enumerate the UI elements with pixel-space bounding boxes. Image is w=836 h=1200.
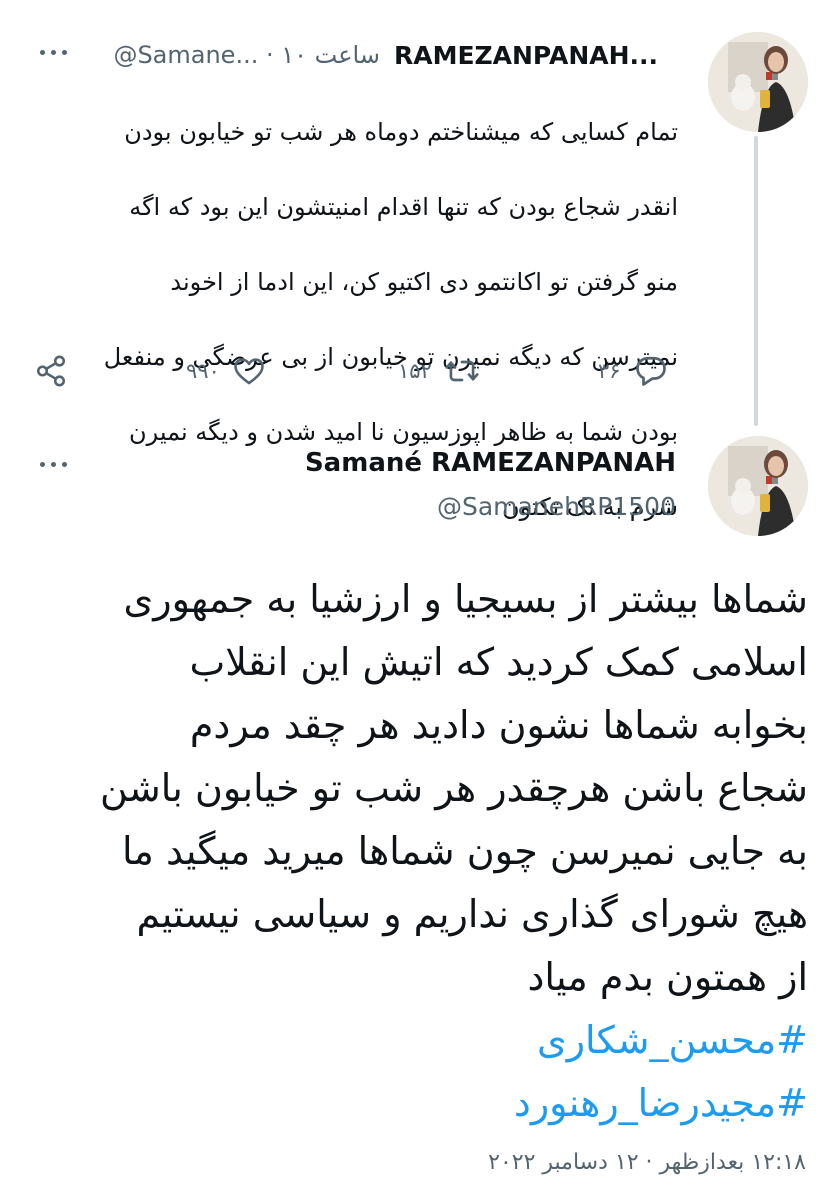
reply-icon <box>635 356 666 386</box>
tweet-text-line: تمام کسایی که میشناختم دوماه هر شب تو خی… <box>124 117 678 146</box>
like-button[interactable]: ۹۹۰ <box>186 346 266 396</box>
hashtag-link[interactable]: #محسن_شکاری <box>32 1009 808 1072</box>
tweet-text-line: بخوابه شماها نشون دادید هر چقد مردم <box>189 703 808 747</box>
retweet-button[interactable]: ۱۵۲ <box>398 346 480 396</box>
avatar-photo <box>708 436 808 536</box>
share-icon <box>36 355 66 387</box>
tweet-text-line: بودن شما به ظاهر اپوزسیون نا امید شدن و … <box>129 417 678 446</box>
retweet-count: ۱۵۲ <box>398 359 432 383</box>
avatar[interactable] <box>708 436 808 536</box>
hashtag-link[interactable]: #مجیدرضا_رهنورد <box>32 1072 808 1135</box>
tweet2-text: شماها بیشتر از بسیجیا و ارزشیا به جمهوری… <box>32 568 808 1135</box>
handle[interactable]: @Samane... <box>113 41 258 69</box>
tweet1-text: تمام کسایی که میشناختم دوماه هر شب تو خی… <box>58 76 678 564</box>
separator-dot: · <box>265 41 274 69</box>
tweet-text-line: اسلامی کمک کردید که اتیش این انقلاب <box>189 640 808 684</box>
retweet-icon <box>445 360 479 382</box>
reply-count: ۳۶ <box>598 359 621 383</box>
like-count: ۹۹۰ <box>186 359 220 383</box>
tweet-text-line: هیچ شورای گذاری نداریم و سیاسی نیستیم <box>136 892 808 936</box>
more-horizontal-icon[interactable] <box>40 50 67 55</box>
avatar-photo <box>708 32 808 132</box>
share-button[interactable] <box>34 346 68 396</box>
display-name[interactable]: RAMEZANPANAH... <box>394 41 658 70</box>
handle-and-time: @Samane... · ۱۰ ساعت <box>113 41 380 69</box>
tweet-text-line: شجاع باشن هرچقدر هر شب تو خیابون باشن <box>99 766 808 810</box>
tweet1-action-bar: ۹۹۰ ۱۵۲ ۳۶ <box>30 346 690 396</box>
tweet-timestamp[interactable]: ۱۲:۱۸ بعدازظهر · ۱۲ دسامبر ۲۰۲۲ <box>488 1150 806 1175</box>
tweet-text-line: انقدر شجاع بودن که تنها اقدام امنیتشون ا… <box>129 192 678 221</box>
reply-button[interactable]: ۳۶ <box>598 346 669 396</box>
tweet-text-line: از همتون بدم میاد <box>527 955 808 999</box>
handle[interactable]: @SamanehRP1500 <box>437 492 676 521</box>
heart-icon <box>234 358 264 385</box>
time-ago[interactable]: ۱۰ ساعت <box>281 41 380 69</box>
more-horizontal-icon[interactable] <box>40 462 67 467</box>
thread-connector-line <box>754 136 758 426</box>
tweet1-header: RAMEZANPANAH... @Samane... · ۱۰ ساعت <box>113 38 658 72</box>
tweet-text-line: به جایی نمیرسن چون شماها میرید میگید ما <box>121 829 808 873</box>
tweet-text-line: شماها بیشتر از بسیجیا و ارزشیا به جمهوری <box>123 577 808 621</box>
display-name[interactable]: Samané RAMEZANPANAH <box>305 448 676 478</box>
avatar[interactable] <box>708 32 808 132</box>
tweet-text-line: منو گرفتن تو اکانتمو دی اکتیو کن، این اد… <box>170 267 678 296</box>
